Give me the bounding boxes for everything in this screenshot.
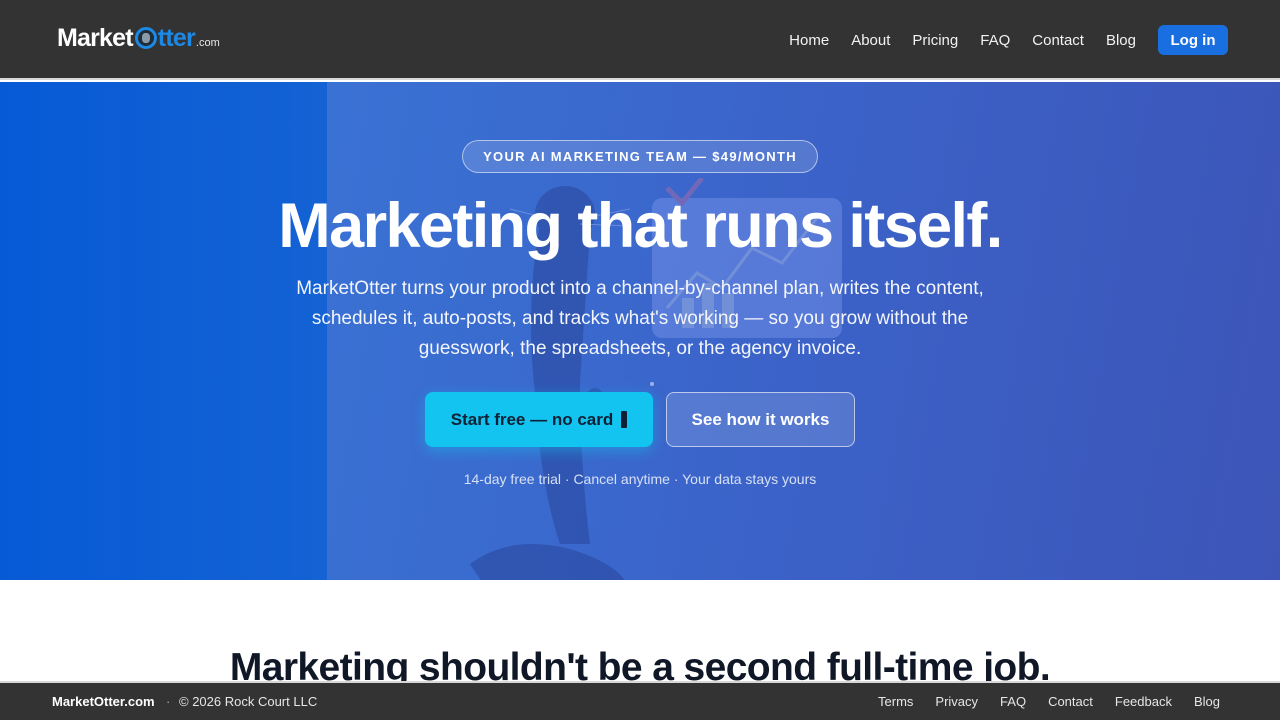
- nav-blog[interactable]: Blog: [1106, 32, 1136, 49]
- hero-title: Marketing that runs itself.: [278, 191, 1003, 261]
- trust-line: 14-day free trial · Cancel anytime · You…: [463, 471, 817, 487]
- main-nav: Home About Pricing FAQ Contact Blog Log …: [767, 25, 1228, 55]
- see-how-it-works-button[interactable]: See how it works: [666, 392, 855, 447]
- sparkle-icon: [650, 382, 654, 386]
- start-free-label: Start free — no card: [450, 409, 614, 429]
- footer-link-privacy[interactable]: Privacy: [935, 694, 978, 709]
- logo-market-text: Market: [57, 24, 134, 52]
- logo-tter-text: tter: [157, 24, 196, 52]
- pricing-pill-badge: YOUR AI MARKETING TEAM — $49/MONTH: [462, 140, 818, 173]
- footer-link-blog[interactable]: Blog: [1194, 694, 1220, 709]
- footer-link-terms[interactable]: Terms: [878, 694, 913, 709]
- text-cursor-icon: [621, 411, 628, 428]
- footer-separator: ·: [166, 694, 171, 709]
- start-free-button[interactable]: Start free — no card: [425, 392, 653, 447]
- footer-link-faq[interactable]: FAQ: [1000, 694, 1026, 709]
- logo[interactable]: Market tter .com: [57, 24, 220, 56]
- footer-brand[interactable]: MarketOtter.com: [52, 694, 155, 709]
- footer-links: Terms Privacy FAQ Contact Feedback Blog: [856, 694, 1220, 709]
- top-nav: Market tter .com Home About Pricing FAQ …: [0, 0, 1280, 80]
- hero-left-panel: [0, 82, 327, 580]
- otter-logo-icon: [134, 27, 157, 49]
- nav-contact[interactable]: Contact: [1032, 32, 1084, 49]
- nav-about[interactable]: About: [851, 32, 890, 49]
- hero-subtitle: MarketOtter turns your product into a ch…: [296, 278, 984, 359]
- nav-home[interactable]: Home: [789, 32, 829, 49]
- footer-link-feedback[interactable]: Feedback: [1115, 694, 1172, 709]
- footer-copyright: © 2026 Rock Court LLC: [179, 694, 318, 709]
- login-button[interactable]: Log in: [1158, 25, 1228, 55]
- footer-bar: MarketOtter.com · © 2026 Rock Court LLC …: [0, 681, 1280, 720]
- nav-pricing[interactable]: Pricing: [912, 32, 958, 49]
- footer-link-contact[interactable]: Contact: [1048, 694, 1093, 709]
- logo-com-text: .com: [195, 37, 220, 49]
- nav-faq[interactable]: FAQ: [980, 32, 1010, 49]
- hero-section: YOUR AI MARKETING TEAM — $49/MONTH Marke…: [0, 82, 1280, 580]
